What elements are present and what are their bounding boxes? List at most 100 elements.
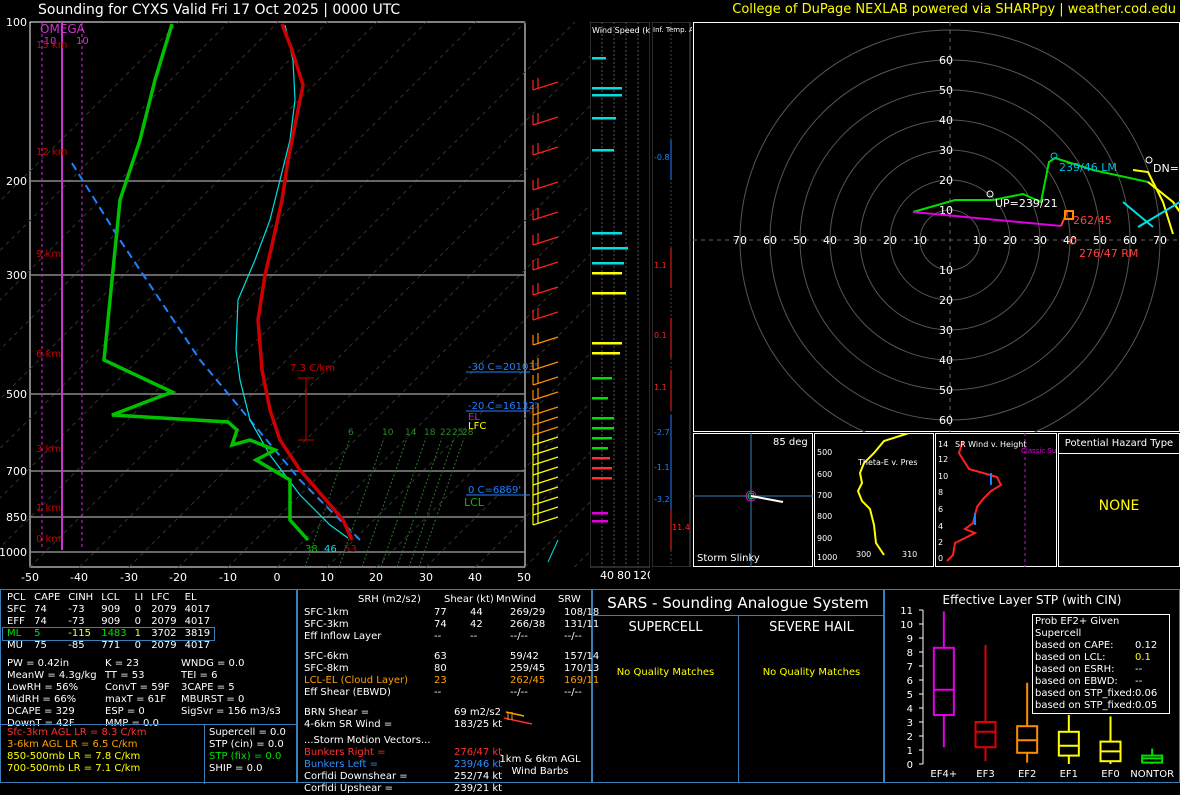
hodo-ring-label: 60 <box>939 54 953 67</box>
temp-tick: 20 <box>369 571 383 584</box>
pres-tick: 500 <box>6 388 27 401</box>
tadv-title: Inf. Temp. Adv. (C/hr) <box>653 26 692 34</box>
srwind-level: 4 <box>938 522 943 531</box>
omega-tick-right: 10 <box>76 36 89 47</box>
temp-tick: -50 <box>21 571 39 584</box>
windspeed-bar <box>592 477 612 480</box>
hodo-ring-label: 30 <box>1033 234 1047 247</box>
tadv-value: 1.1 <box>654 383 667 392</box>
windspeed-bar <box>592 447 608 450</box>
stp-ytick: 1 <box>907 746 913 757</box>
wind-barb <box>532 286 559 296</box>
stp-ytick: 9 <box>907 634 913 645</box>
thetae-level: 500 <box>817 448 832 457</box>
wind-barb <box>532 391 559 401</box>
srwind-level: 8 <box>938 488 943 497</box>
hodo-ring-label: 70 <box>733 234 747 247</box>
hodo-lm-label: 239/46 LM <box>1059 161 1117 174</box>
parcel-header: CINH <box>68 592 94 603</box>
windspeed-bar <box>592 457 610 460</box>
hodo-ring-label: 10 <box>913 234 927 247</box>
hodo-ring-label: 50 <box>939 84 953 97</box>
height-label-15km: 15 km <box>36 40 67 51</box>
windspeed-bar <box>592 247 628 250</box>
mixratio-label: 6 <box>348 428 354 438</box>
hodo-ring-label: 60 <box>763 234 777 247</box>
pres-tick: 1000 <box>0 546 27 559</box>
table-row: SFC-3km 74 42 266/38 131/11 <box>304 619 600 630</box>
windspeed-bar <box>592 467 612 470</box>
sars-supercell-title: SUPERCELL <box>628 620 703 635</box>
wind-barb <box>532 486 559 496</box>
sfc-dew-label: 38 <box>305 544 318 555</box>
table-row-selected[interactable]: ML 5 -115 1483 1 3702 3819 <box>1 627 216 641</box>
srwind-level: 14 <box>938 440 948 449</box>
slinky-label: Storm Slinky <box>697 553 760 564</box>
srwind-level: 12 <box>938 455 948 464</box>
tadv-value: -0.8 <box>654 153 670 162</box>
temp-tick: 50 <box>517 571 531 584</box>
stp-ytick: 0 <box>907 760 913 771</box>
hodo-ring-label: 40 <box>939 114 953 127</box>
indices-col1: PW = 0.42in MeanW = 4.3g/kg LowRH = 56% Mi… <box>7 658 97 729</box>
wind-barb <box>532 416 559 426</box>
wind-barb <box>532 146 559 156</box>
indices-col3: WNDG = 0.0 TEI = 6 3CAPE = 5 MBURST = 0 Sig… <box>181 658 281 717</box>
table-row: Eff Shear (EBWD) -- --/-- --/-- <box>304 687 582 698</box>
thetae-level: 1000 <box>817 553 837 562</box>
thetae-panel: 500 600 700 800 900 1000 300 310 Theta-E… <box>814 433 934 567</box>
omega-label: OMEGA <box>40 22 86 36</box>
wind-barb <box>532 211 559 221</box>
hodo-ring-label: 10 <box>939 264 953 277</box>
wind-barb <box>532 476 559 486</box>
slinky-panel: 85 deg Storm Slinky <box>693 433 813 567</box>
windspeed-bar <box>592 352 620 355</box>
table-row: LCL-EL (Cloud Layer) 23 262/45 169/11 <box>304 675 600 686</box>
hodo-ring-label: 70 <box>1153 234 1167 247</box>
temp-tick: -30 <box>120 571 138 584</box>
windspeed-bar <box>592 292 626 295</box>
srwind-level: 0 <box>938 554 943 563</box>
stp-category: EF3 <box>976 769 994 780</box>
windspeed-bar <box>592 94 622 97</box>
credit-text: College of DuPage NEXLAB powered via SHA… <box>732 2 1176 17</box>
hodo-mean-label: 262/45 <box>1073 214 1112 227</box>
pres-tick: 850 <box>6 511 27 524</box>
wind-barb <box>532 311 559 321</box>
hodo-ring-label: 40 <box>939 354 953 367</box>
pres-tick: 300 <box>6 269 27 282</box>
windspeed-bar <box>592 149 614 152</box>
wind-barb <box>532 506 559 516</box>
barb-label: 1km & 6km AGL Wind Barbs <box>499 754 581 777</box>
windspeed-bar <box>592 520 608 523</box>
mixratio-label: 10 <box>382 428 394 438</box>
wind-barb <box>532 426 559 436</box>
composite-indices: Supercell = 0.0 STP (cin) = 0.0 STP (fix)… <box>209 727 286 774</box>
hazard-title: Potential Hazard Type <box>1059 434 1179 454</box>
stp-box <box>974 721 997 749</box>
hodo-ring-label: 60 <box>1123 234 1137 247</box>
hodo-ring-label: 20 <box>939 294 953 307</box>
stp-ytick: 4 <box>907 704 913 715</box>
ws-tick: 80 <box>617 569 631 582</box>
windspeed-bar <box>592 87 622 90</box>
temp-tick: 30 <box>419 571 433 584</box>
kin-header: MnWind <box>496 594 537 605</box>
lfc-label: LFC <box>468 421 486 432</box>
sfc-wetbulb-label: 46 <box>324 544 337 555</box>
windspeed-bar <box>592 512 608 515</box>
stp-category: EF4+ <box>930 769 957 780</box>
thetae-level: 700 <box>817 491 832 500</box>
ws-tick: 120 <box>633 569 650 582</box>
pres-tick: 200 <box>6 175 27 188</box>
temp-tick: 10 <box>320 571 334 584</box>
lapse-rates: Sfc-3km AGL LR = 8.3 C/km 3-6km AGL LR =… <box>7 727 147 774</box>
table-row: EFF 74 -73 909 0 2079 4017 <box>7 616 211 627</box>
pres-tick: 100 <box>6 16 27 29</box>
tadv-value: 0.1 <box>654 331 667 340</box>
stp-box <box>1057 730 1080 757</box>
hodograph-panel: 1010101020202020303030304040404050505050… <box>693 22 1180 432</box>
stp-ytick: 2 <box>907 732 913 743</box>
sfc-temp-label: 53 <box>344 544 357 555</box>
parcel-header: LI <box>134 592 144 603</box>
